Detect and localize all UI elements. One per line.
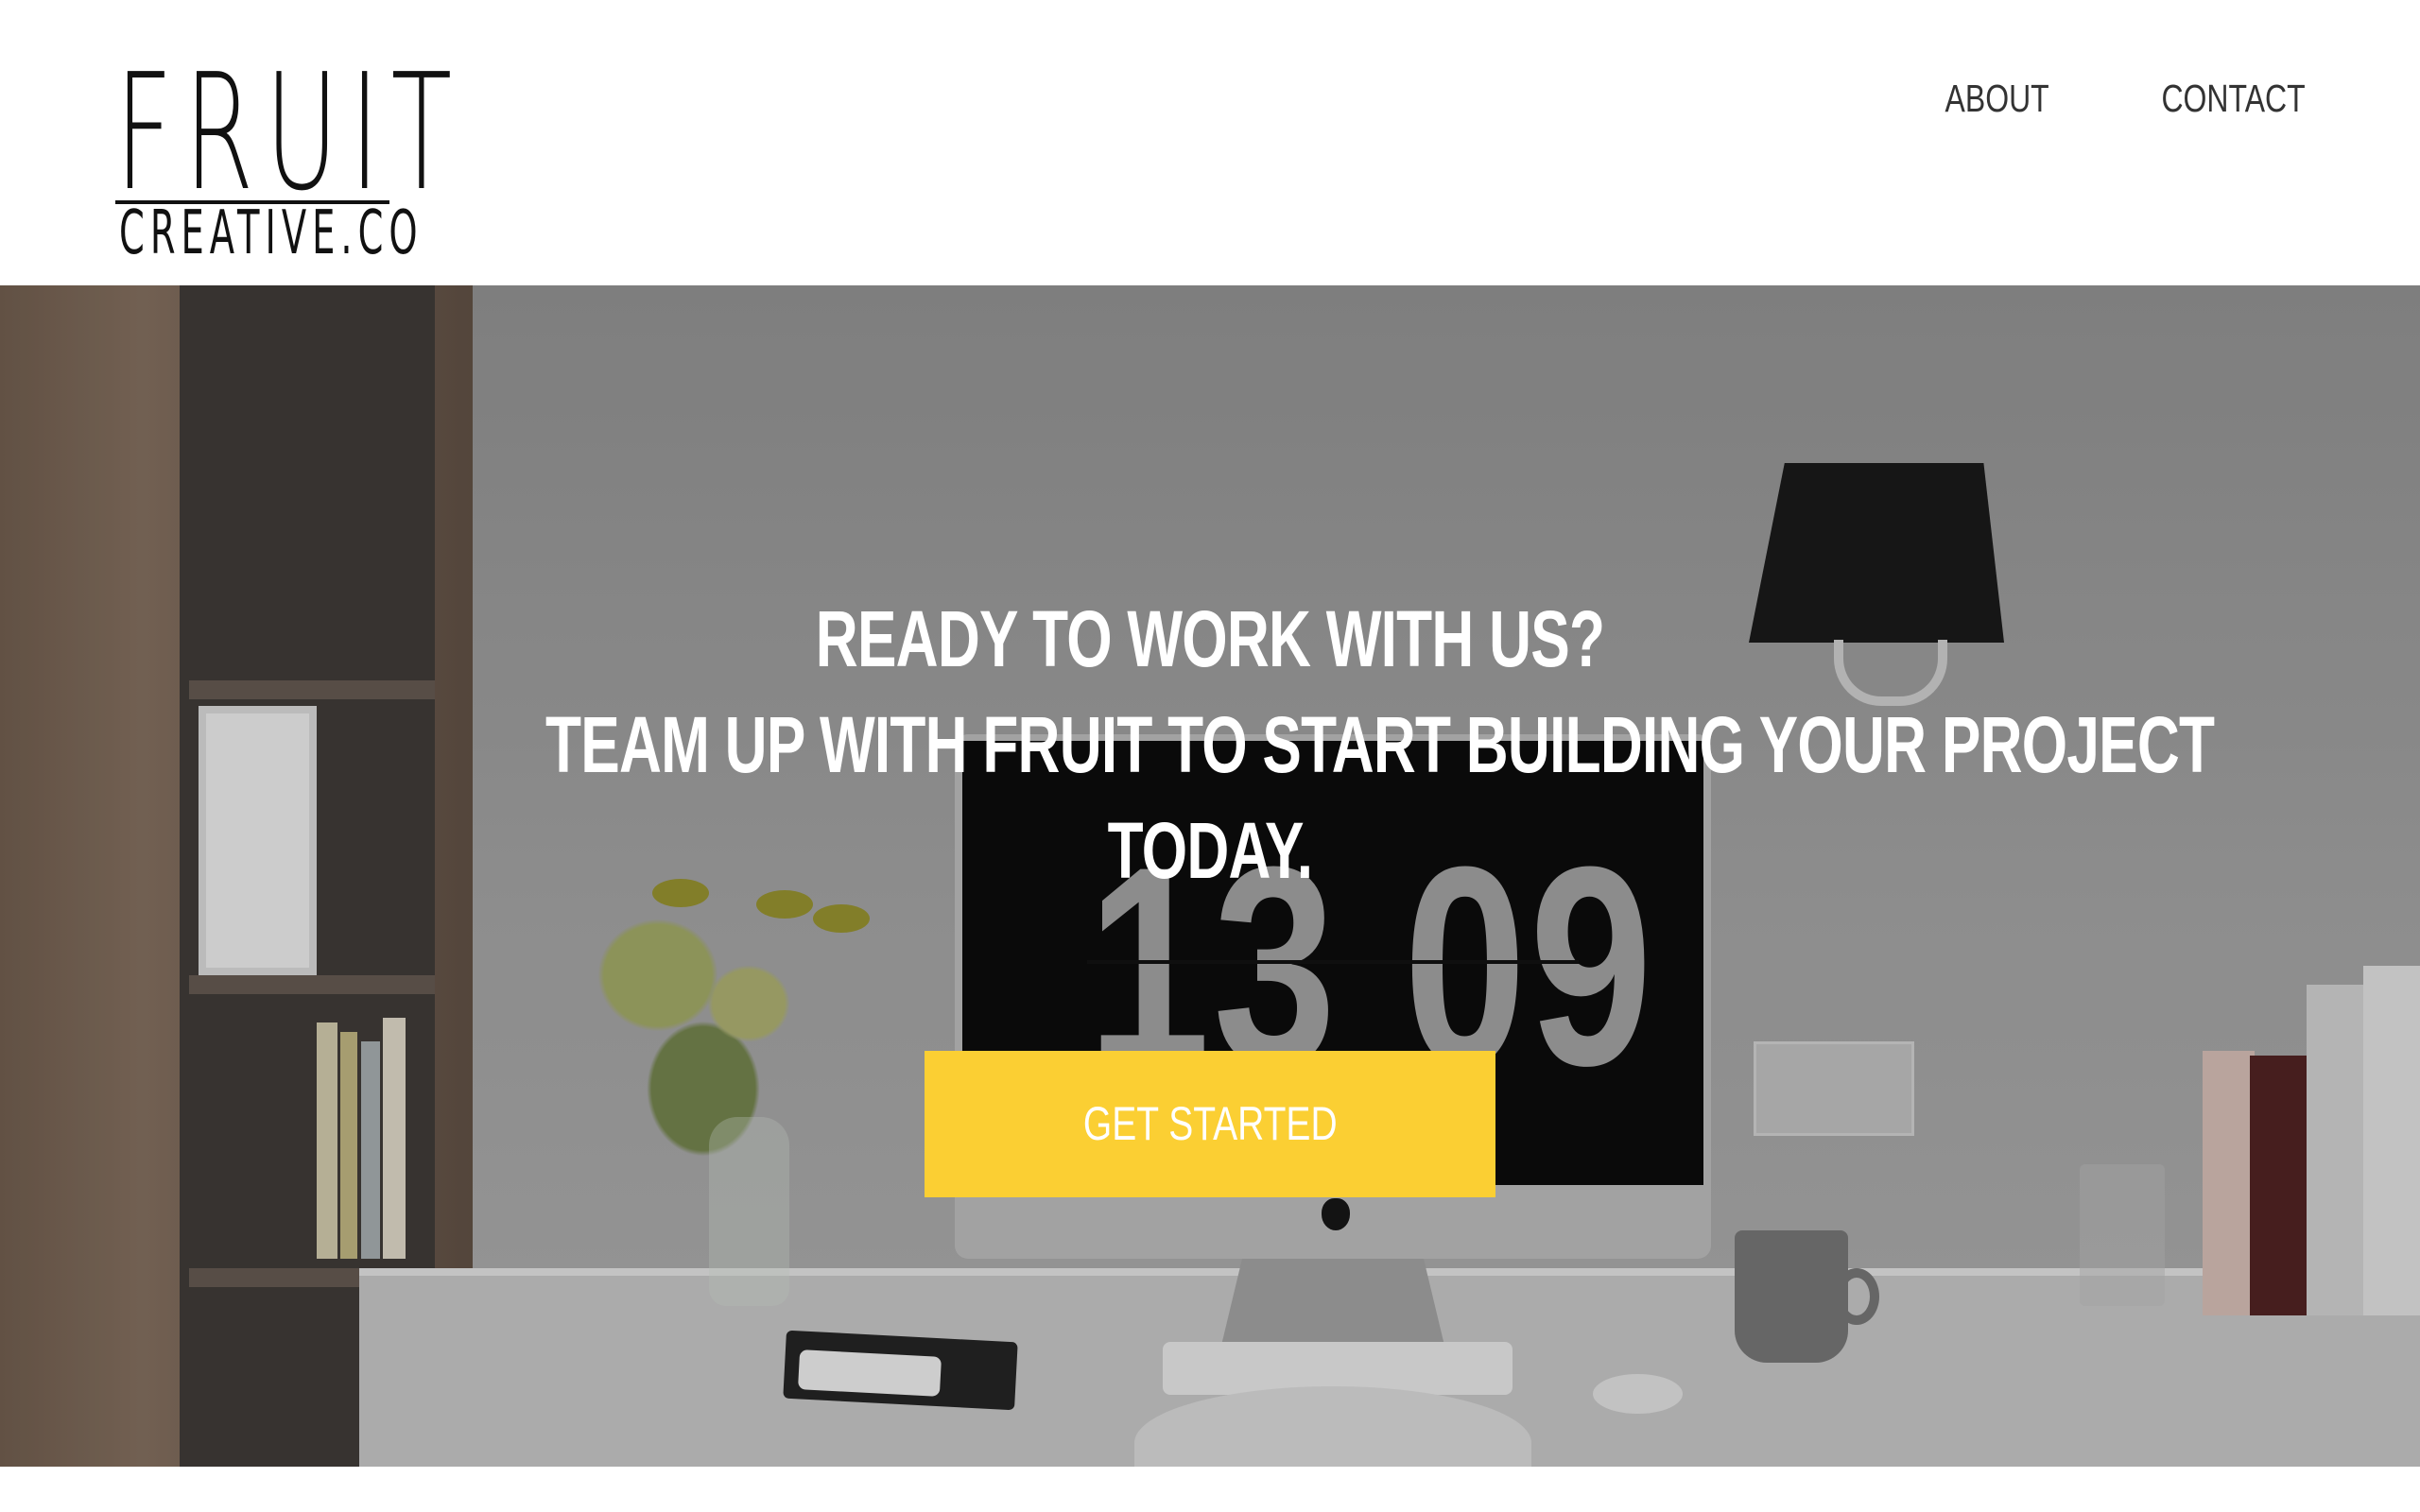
logo-wordmark-bottom: CREATIVE.CO (119, 198, 424, 268)
hero-section: 13 09 READY TO WORK WITH US? TEAM UP WIT… (0, 285, 2420, 1467)
nav-link-about[interactable]: ABOUT (1945, 72, 2048, 125)
get-started-button[interactable]: GET STARTED (925, 1051, 1495, 1197)
page-bottom-strip (0, 1467, 2420, 1512)
headline-line-1: READY TO WORK WITH US? (815, 594, 1605, 683)
brand-logo[interactable]: FRUIT CREATIVE.CO (115, 40, 464, 264)
logo-wordmark-top: FRUIT (115, 40, 464, 227)
nav-link-contact[interactable]: CONTACT (2161, 72, 2305, 125)
hero-headline: READY TO WORK WITH US? TEAM UP WITH FRUI… (312, 586, 2215, 903)
get-started-label: GET STARTED (1082, 1097, 1338, 1150)
site-header: FRUIT CREATIVE.CO ABOUT CONTACT (0, 0, 2420, 285)
headline-line-3: TODAY. (1107, 806, 1313, 895)
headline-line-2: TEAM UP WITH FRUIT TO START BUILDING YOU… (545, 700, 2215, 789)
main-nav: ABOUT CONTACT (1930, 72, 2325, 125)
